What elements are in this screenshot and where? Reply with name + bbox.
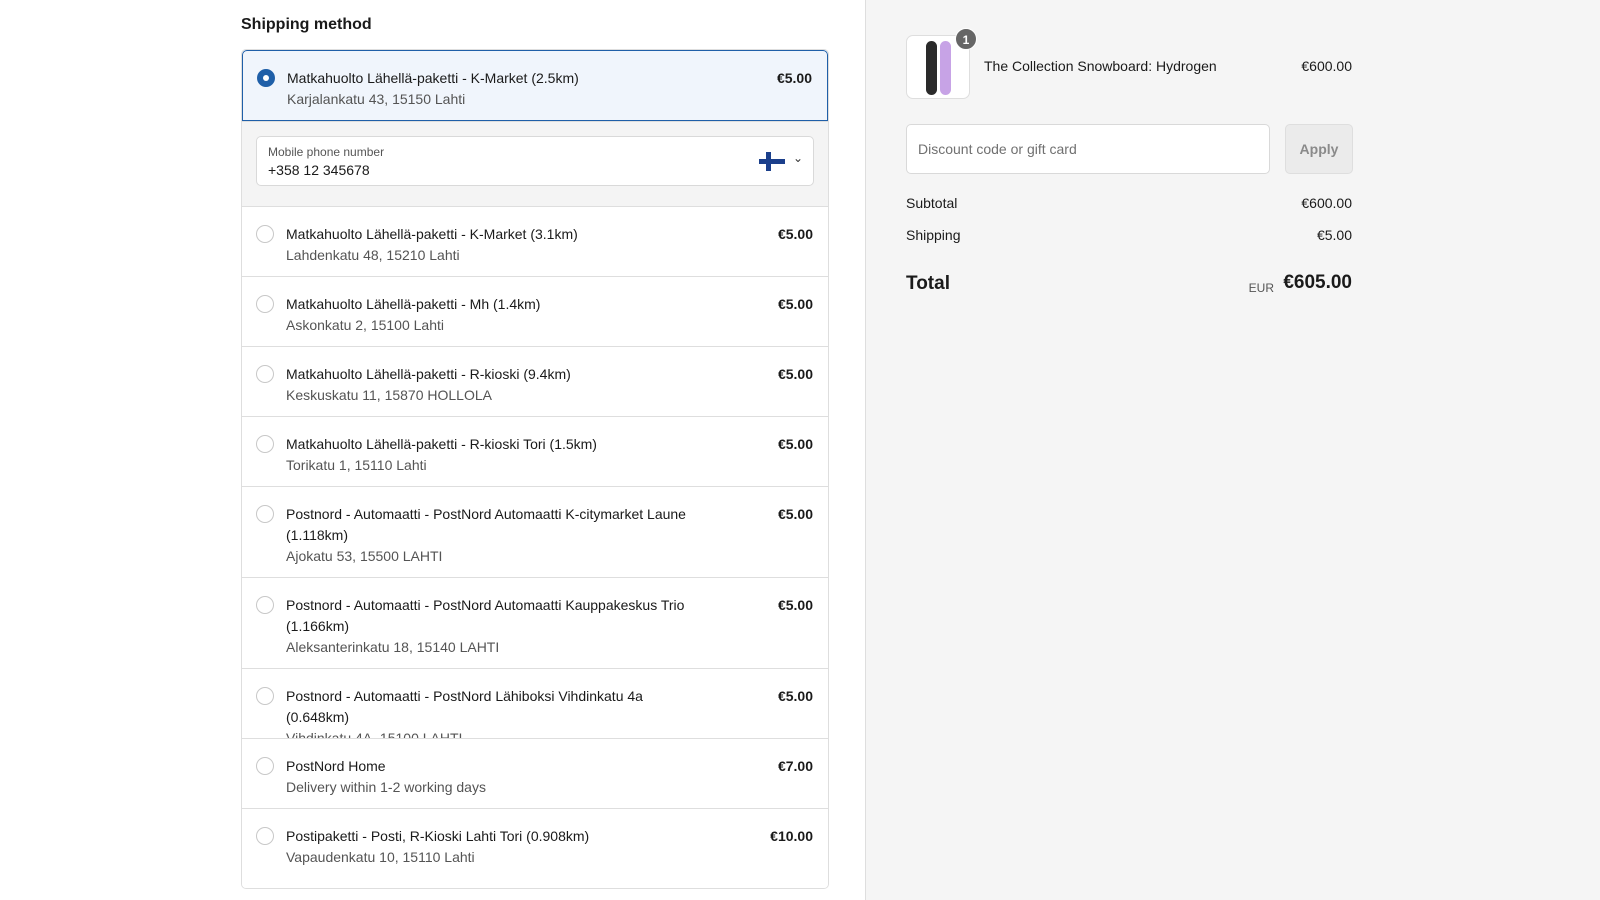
shipping-value: €5.00 — [1316, 227, 1352, 243]
shipping-option[interactable]: Matkahuolto Lähellä-paketti - R-kioski (… — [242, 346, 828, 416]
radio-icon[interactable] — [256, 757, 274, 775]
shipping-option[interactable]: Matkahuolto Lähellä-paketti - K-Market (… — [242, 206, 828, 276]
option-price: €5.00 — [777, 436, 813, 452]
product-price: €600.00 — [1301, 58, 1352, 74]
option-address: Lahdenkatu 48, 15210 Lahti — [286, 247, 460, 263]
main-panel: Shipping method Matkahuolto Lähellä-pake… — [0, 0, 866, 900]
radio-icon[interactable] — [256, 295, 274, 313]
option-name: PostNord Home — [286, 758, 386, 774]
radio-icon[interactable] — [256, 687, 274, 705]
radio-icon[interactable] — [256, 827, 274, 845]
option-price: €5.00 — [777, 296, 813, 312]
phone-input[interactable]: +358 12 345678 — [268, 160, 802, 180]
subtotal-label: Subtotal — [906, 195, 958, 211]
phone-field[interactable]: Mobile phone number +358 12 345678 ⌄ — [256, 136, 814, 186]
radio-icon[interactable] — [256, 596, 274, 614]
option-name: Matkahuolto Lähellä-paketti - K-Market (… — [287, 70, 579, 86]
shipping-option[interactable]: Matkahuolto Lähellä-paketti - K-Market (… — [242, 50, 828, 121]
option-price: €7.00 — [777, 758, 813, 774]
radio-icon[interactable] — [256, 435, 274, 453]
option-address: Karjalankatu 43, 15150 Lahti — [287, 91, 466, 107]
radio-checked-icon[interactable] — [257, 69, 275, 87]
total-label: Total — [906, 273, 950, 294]
option-price: €5.00 — [777, 688, 813, 704]
phone-label: Mobile phone number — [268, 145, 385, 159]
option-address: Vapaudenkatu 10, 15110 Lahti — [286, 849, 475, 865]
radio-icon[interactable] — [256, 225, 274, 243]
phone-section: Mobile phone number +358 12 345678 ⌄ — [242, 121, 828, 206]
shipping-option[interactable]: Postnord - Automaatti - PostNord Automaa… — [242, 577, 828, 668]
discount-code-input[interactable] — [906, 124, 1270, 174]
shipping-methods-list: Matkahuolto Lähellä-paketti - K-Market (… — [241, 49, 829, 889]
shipping-label: Shipping — [906, 227, 961, 243]
snowboard-image — [940, 41, 951, 95]
shipping-option[interactable]: Postnord - Automaatti - PostNord Lähibok… — [242, 668, 828, 746]
option-name: Postnord - Automaatti - PostNord Automaa… — [286, 506, 686, 543]
option-price: €5.00 — [777, 366, 813, 382]
shipping-option[interactable]: Matkahuolto Lähellä-paketti - Mh (1.4km)… — [242, 276, 828, 346]
radio-icon[interactable] — [256, 505, 274, 523]
quantity-badge: 1 — [955, 28, 977, 50]
option-name: Matkahuolto Lähellä-paketti - K-Market (… — [286, 226, 578, 242]
option-address: Aleksanterinkatu 18, 15140 LAHTI — [286, 639, 500, 655]
shipping-option[interactable]: Postipaketti - Posti, R-Kioski Lahti Tor… — [242, 808, 828, 888]
total-currency: EUR — [1248, 281, 1274, 295]
option-price: €5.00 — [777, 506, 813, 522]
option-name: Postipaketti - Posti, R-Kioski Lahti Tor… — [286, 828, 590, 844]
apply-button[interactable]: Apply — [1285, 124, 1353, 174]
option-address: Askonkatu 2, 15100 Lahti — [286, 317, 445, 333]
shipping-option[interactable]: Matkahuolto Lähellä-paketti - R-kioski T… — [242, 416, 828, 486]
option-name: Matkahuolto Lähellä-paketti - R-kioski T… — [286, 436, 597, 452]
option-price: €10.00 — [770, 828, 813, 844]
option-address: Ajokatu 53, 15500 LAHTI — [286, 548, 443, 564]
option-name: Matkahuolto Lähellä-paketti - R-kioski (… — [286, 366, 571, 382]
option-price: €5.00 — [777, 226, 813, 242]
option-name: Matkahuolto Lähellä-paketti - Mh (1.4km) — [286, 296, 541, 312]
option-name: Postnord - Automaatti - PostNord Lähibok… — [286, 688, 643, 725]
subtotal-value: €600.00 — [1301, 195, 1352, 211]
option-name: Postnord - Automaatti - PostNord Automaa… — [286, 597, 685, 634]
finland-flag-icon[interactable] — [759, 152, 785, 171]
option-address: Keskuskatu 11, 15870 HOLLOLA — [286, 387, 492, 403]
option-address: Delivery within 1-2 working days — [286, 779, 486, 795]
option-price: €5.00 — [777, 597, 813, 613]
option-address: Torikatu 1, 15110 Lahti — [286, 457, 427, 473]
page-title: Shipping method — [241, 16, 372, 33]
product-name: The Collection Snowboard: Hydrogen — [984, 58, 1217, 74]
shipping-option[interactable]: PostNord Home Delivery within 1-2 workin… — [242, 738, 828, 808]
snowboard-image — [926, 41, 937, 95]
chevron-down-icon[interactable]: ⌄ — [793, 151, 803, 165]
total-value: €605.00 — [1283, 272, 1352, 293]
shipping-option[interactable]: Postnord - Automaatti - PostNord Automaa… — [242, 486, 828, 577]
radio-icon[interactable] — [256, 365, 274, 383]
option-price: €5.00 — [776, 70, 812, 86]
